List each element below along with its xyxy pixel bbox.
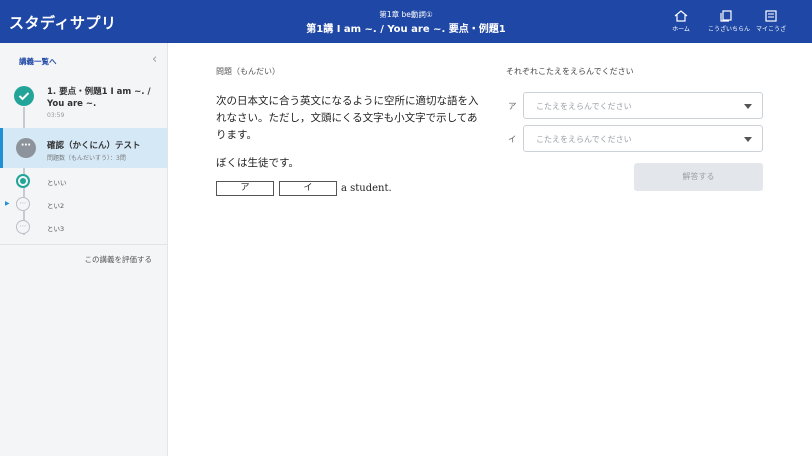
submit-answer-button[interactable]: 解答する bbox=[634, 163, 763, 191]
my-course-icon bbox=[765, 10, 777, 22]
sidebar-item-question-3[interactable]: ⋯ とい3 bbox=[0, 216, 167, 238]
sidebar-item-confirmation-test[interactable]: ⋯ 確認（かくにん）テスト 問題数（もんだいすう）：3問 bbox=[0, 128, 167, 168]
sidebar-item-question-1[interactable]: といい bbox=[0, 170, 167, 192]
answer-label-a: ア bbox=[508, 102, 517, 112]
nav-my-course-label: マイこうざ bbox=[755, 26, 786, 33]
nav-courses-label: こうざいちらん bbox=[708, 26, 751, 33]
sidebar-item-lesson-1[interactable]: 1. 要点・例題1 I am ~. / You are ~. 03:59 bbox=[0, 75, 167, 125]
nav-home-button[interactable]: ホーム bbox=[663, 10, 699, 33]
question-text: 次の日本文に合う英文になるように空所に適切な語を入れなさい。ただし，文頭にくる文… bbox=[216, 95, 479, 141]
test-title: 確認（かくにん）テスト bbox=[47, 141, 141, 151]
back-to-lessons-link[interactable]: 講義一覧へ bbox=[19, 56, 57, 67]
test-question-count: 問題数（もんだいすう）：3問 bbox=[47, 155, 126, 162]
chevron-down-icon bbox=[744, 137, 752, 142]
question-heading: 問題（もんだい） bbox=[216, 67, 280, 76]
chevron-down-icon bbox=[744, 104, 752, 109]
lesson-sidebar: 講義一覧へ ‹ 1. 要点・例題1 I am ~. / You are ~. 0… bbox=[0, 43, 168, 456]
japanese-sentence: ぼくは生徒です。 bbox=[216, 157, 299, 169]
blank-i: イ bbox=[279, 181, 337, 196]
answer-select-i[interactable]: こたえをえらんでください bbox=[523, 125, 763, 152]
question-label: とい2 bbox=[47, 202, 65, 210]
app-header: スタディサプリ 第1章 be動詞① 第1講 I am ~. / You are … bbox=[0, 0, 812, 43]
courses-icon bbox=[720, 10, 732, 22]
question-label: とい3 bbox=[47, 225, 65, 233]
collapse-sidebar-icon[interactable]: ‹ bbox=[152, 52, 157, 67]
answer-label-i: イ bbox=[508, 135, 517, 145]
blank-a: ア bbox=[216, 181, 274, 196]
lesson-duration: 03:59 bbox=[47, 112, 65, 119]
completed-check-icon bbox=[14, 86, 34, 106]
rate-lesson-link[interactable]: この講義を評価する bbox=[0, 254, 153, 265]
nav-my-course-button[interactable]: マイこうざ bbox=[753, 10, 789, 33]
question-label: といい bbox=[47, 179, 67, 187]
question-panel: 問題（もんだい） 次の日本文に合う英文になるように空所に適切な語を入れなさい。た… bbox=[169, 43, 812, 456]
pending-dots-icon: ⋯ bbox=[16, 197, 30, 211]
nav-home-label: ホーム bbox=[672, 26, 690, 33]
select-placeholder: こたえをえらんでください bbox=[536, 135, 632, 144]
answer-instruction: それぞれこたえをえらんでください bbox=[506, 67, 634, 76]
answer-select-a[interactable]: こたえをえらんでください bbox=[523, 92, 763, 119]
pending-dots-icon: ⋯ bbox=[16, 220, 30, 234]
lesson-title: 1. 要点・例題1 I am ~. / You are ~. bbox=[47, 87, 151, 109]
select-placeholder: こたえをえらんでください bbox=[536, 102, 632, 111]
sentence-tail: a student. bbox=[341, 183, 392, 194]
home-icon bbox=[674, 10, 688, 22]
more-dots-icon: ⋯ bbox=[16, 138, 36, 158]
current-question-icon bbox=[16, 174, 30, 188]
play-arrow-icon: ▶ bbox=[5, 200, 10, 207]
sidebar-item-question-2[interactable]: ▶ ⋯ とい2 bbox=[0, 193, 167, 215]
nav-courses-button[interactable]: こうざいちらん bbox=[708, 10, 751, 33]
sidebar-divider bbox=[0, 244, 167, 245]
